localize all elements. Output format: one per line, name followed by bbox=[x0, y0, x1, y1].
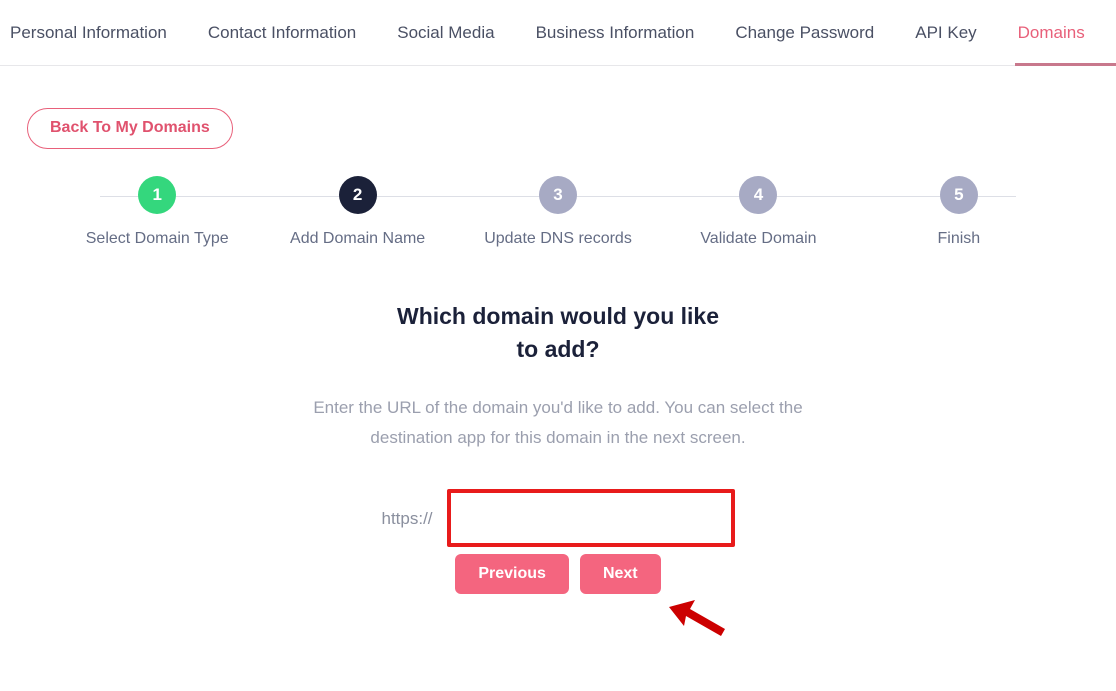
step-5-label: Finish bbox=[937, 230, 981, 247]
tab-business-information[interactable]: Business Information bbox=[536, 24, 716, 41]
tab-domains[interactable]: Domains bbox=[1018, 24, 1106, 41]
annotation-arrow-icon bbox=[669, 600, 725, 636]
tab-change-password[interactable]: Change Password bbox=[735, 24, 895, 41]
step-5-circle[interactable]: 5 bbox=[939, 176, 978, 214]
domain-url-input[interactable] bbox=[446, 489, 735, 548]
stepper-step-2[interactable]: 2 Add Domain Name bbox=[257, 176, 457, 248]
step-1-circle[interactable]: 1 bbox=[138, 176, 177, 214]
stepper-steps: 1 Select Domain Type 2 Add Domain Name 3… bbox=[57, 176, 1059, 248]
stepper-step-5[interactable]: 5 Finish bbox=[859, 176, 1059, 248]
step-3-label: Update DNS records bbox=[484, 230, 632, 247]
tab-contact-information[interactable]: Contact Information bbox=[208, 24, 377, 41]
wizard-actions: Previous Next bbox=[0, 554, 1116, 595]
tab-bar: Personal Information Contact Information… bbox=[0, 0, 1116, 66]
step-2-label: Add Domain Name bbox=[290, 230, 426, 247]
tab-personal-information[interactable]: Personal Information bbox=[10, 24, 188, 41]
step-1-label: Select Domain Type bbox=[85, 230, 229, 247]
active-tab-underline bbox=[1015, 63, 1116, 66]
step-4-circle[interactable]: 4 bbox=[739, 176, 778, 214]
tab-list: Personal Information Contact Information… bbox=[0, 0, 1116, 65]
stepper-step-4[interactable]: 4 Validate Domain bbox=[658, 176, 858, 248]
step-2-circle[interactable]: 2 bbox=[338, 176, 377, 214]
previous-button[interactable]: Previous bbox=[455, 554, 569, 595]
step-4-label: Validate Domain bbox=[700, 230, 817, 247]
domain-input-row: https:// bbox=[0, 489, 1116, 548]
back-to-my-domains-button[interactable]: Back To My Domains bbox=[27, 108, 233, 149]
tab-api-key[interactable]: API Key bbox=[915, 24, 997, 41]
stepper-step-1[interactable]: 1 Select Domain Type bbox=[57, 176, 257, 248]
add-domain-panel: Which domain would you like to add? Ente… bbox=[0, 300, 1116, 595]
domain-input-wrapper bbox=[446, 489, 735, 548]
tab-social-media[interactable]: Social Media bbox=[397, 24, 515, 41]
next-button[interactable]: Next bbox=[579, 554, 661, 595]
stepper-step-3[interactable]: 3 Update DNS records bbox=[458, 176, 658, 248]
tab-bar-divider bbox=[0, 65, 1116, 66]
panel-description: Enter the URL of the domain you'd like t… bbox=[313, 397, 803, 447]
panel-heading: Which domain would you like to add? bbox=[396, 303, 719, 363]
wizard-stepper: 1 Select Domain Type 2 Add Domain Name 3… bbox=[57, 176, 1059, 254]
protocol-label: https:// bbox=[381, 508, 433, 528]
step-3-circle[interactable]: 3 bbox=[539, 176, 578, 214]
back-button-container: Back To My Domains bbox=[0, 66, 1116, 149]
